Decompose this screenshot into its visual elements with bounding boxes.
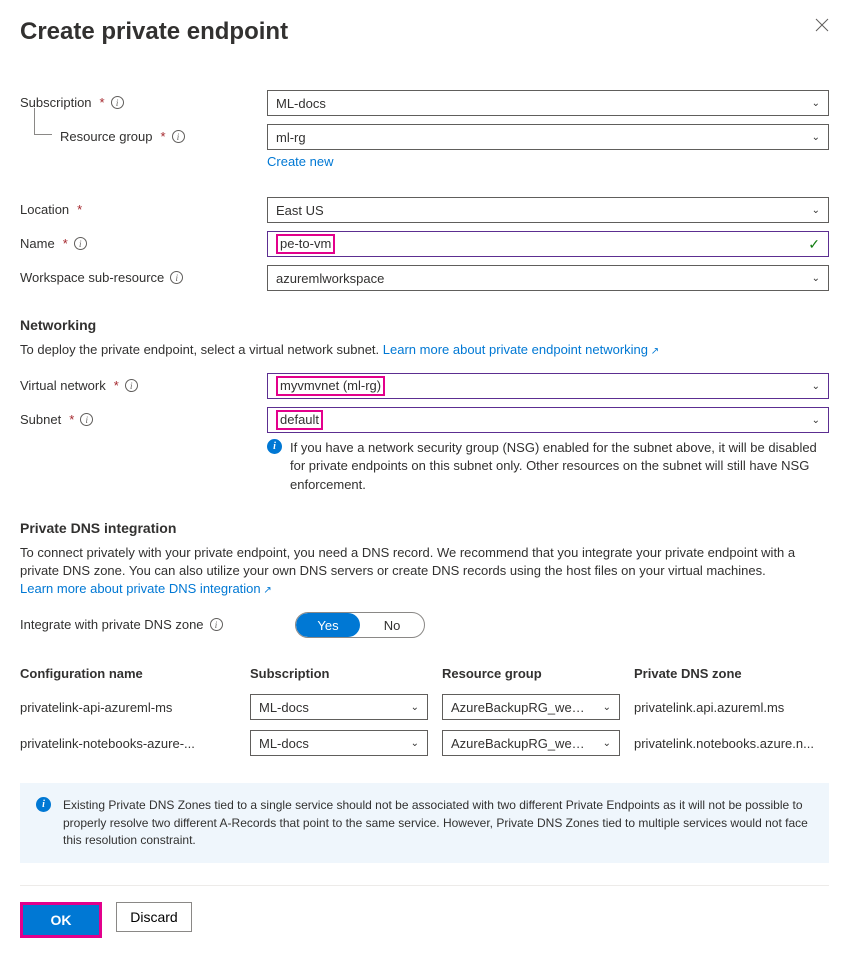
close-icon[interactable] xyxy=(815,18,829,35)
chevron-down-icon: ⌄ xyxy=(812,132,820,143)
info-icon[interactable]: i xyxy=(111,96,124,109)
name-value: pe-to-vm xyxy=(276,234,335,254)
info-icon[interactable]: i xyxy=(170,271,183,284)
row-subscription-select[interactable]: ML-docs ⌄ xyxy=(250,694,428,720)
toggle-yes[interactable]: Yes xyxy=(296,613,360,637)
integrate-label: Integrate with private DNS zone xyxy=(20,617,204,632)
integrate-toggle[interactable]: Yes No xyxy=(295,612,425,638)
row-subscription-value: ML-docs xyxy=(259,736,309,751)
row-rg-value: AzureBackupRG_westus_1 xyxy=(451,700,591,715)
table-header: Configuration name Subscription Resource… xyxy=(20,658,829,689)
resource-group-value: ml-rg xyxy=(276,130,306,145)
cell-zone: privatelink.notebooks.azure.n... xyxy=(634,736,829,751)
networking-learn-link[interactable]: Learn more about private endpoint networ… xyxy=(383,342,659,357)
chevron-down-icon: ⌄ xyxy=(812,381,820,392)
required-icon: * xyxy=(69,412,74,427)
row-rg-select[interactable]: AzureBackupRG_westus_1 ⌄ xyxy=(442,694,620,720)
create-new-link[interactable]: Create new xyxy=(267,154,829,169)
required-icon: * xyxy=(100,95,105,110)
row-rg-select[interactable]: AzureBackupRG_westus_1 ⌄ xyxy=(442,730,620,756)
subnet-label: Subnet xyxy=(20,412,61,427)
col-rg: Resource group xyxy=(442,666,634,681)
networking-heading: Networking xyxy=(20,317,829,333)
checkmark-icon: ✓ xyxy=(808,236,820,253)
required-icon: * xyxy=(114,378,119,393)
chevron-down-icon: ⌄ xyxy=(812,205,820,216)
required-icon: * xyxy=(77,202,82,217)
col-config: Configuration name xyxy=(20,666,250,681)
vnet-select[interactable]: myvmvnet (ml-rg) ⌄ xyxy=(267,373,829,399)
cell-zone: privatelink.api.azureml.ms xyxy=(634,700,829,715)
row-rg-value: AzureBackupRG_westus_1 xyxy=(451,736,591,751)
cell-config: privatelink-api-azureml-ms xyxy=(20,700,250,715)
name-label: Name xyxy=(20,236,55,251)
subscription-value: ML-docs xyxy=(276,96,326,111)
chevron-down-icon: ⌄ xyxy=(812,415,820,426)
info-icon[interactable]: i xyxy=(74,237,87,250)
row-subscription-select[interactable]: ML-docs ⌄ xyxy=(250,730,428,756)
info-icon: i xyxy=(36,797,51,812)
banner-text: Existing Private DNS Zones tied to a sin… xyxy=(63,797,813,849)
chevron-down-icon: ⌄ xyxy=(812,273,820,284)
required-icon: * xyxy=(63,236,68,251)
chevron-down-icon: ⌄ xyxy=(411,702,419,713)
location-select[interactable]: East US ⌄ xyxy=(267,197,829,223)
dns-learn-link[interactable]: Learn more about private DNS integration xyxy=(20,581,272,596)
row-subscription-value: ML-docs xyxy=(259,700,309,715)
discard-button[interactable]: Discard xyxy=(116,902,192,932)
resource-group-label: Resource group xyxy=(60,129,153,144)
subnet-value: default xyxy=(276,410,323,430)
info-icon: i xyxy=(267,439,282,454)
name-input[interactable]: pe-to-vm ✓ xyxy=(267,231,829,257)
location-value: East US xyxy=(276,203,324,218)
dns-warning-banner: i Existing Private DNS Zones tied to a s… xyxy=(20,783,829,863)
subnet-select[interactable]: default ⌄ xyxy=(267,407,829,433)
table-row: privatelink-notebooks-azure-... ML-docs … xyxy=(20,725,829,761)
toggle-no[interactable]: No xyxy=(360,613,424,637)
nsg-note: If you have a network security group (NS… xyxy=(290,439,829,494)
info-icon[interactable]: i xyxy=(125,379,138,392)
required-icon: * xyxy=(161,129,166,144)
table-row: privatelink-api-azureml-ms ML-docs ⌄ Azu… xyxy=(20,689,829,725)
dns-heading: Private DNS integration xyxy=(20,520,829,536)
col-subscription: Subscription xyxy=(250,666,442,681)
dns-config-table: Configuration name Subscription Resource… xyxy=(20,658,829,761)
col-zone: Private DNS zone xyxy=(634,666,829,681)
chevron-down-icon: ⌄ xyxy=(603,738,611,749)
chevron-down-icon: ⌄ xyxy=(411,738,419,749)
sub-resource-value: azuremlworkspace xyxy=(276,271,384,286)
vnet-label: Virtual network xyxy=(20,378,106,393)
info-icon[interactable]: i xyxy=(80,413,93,426)
dns-desc: To connect privately with your private e… xyxy=(20,545,795,578)
cell-config: privatelink-notebooks-azure-... xyxy=(20,736,250,751)
info-icon[interactable]: i xyxy=(172,130,185,143)
chevron-down-icon: ⌄ xyxy=(603,702,611,713)
ok-highlight: OK xyxy=(20,902,102,938)
vnet-value: myvmvnet (ml-rg) xyxy=(276,376,385,396)
location-label: Location xyxy=(20,202,69,217)
subscription-label: Subscription xyxy=(20,95,92,110)
page-title: Create private endpoint xyxy=(20,18,288,46)
subscription-select[interactable]: ML-docs ⌄ xyxy=(267,90,829,116)
chevron-down-icon: ⌄ xyxy=(812,98,820,109)
sub-resource-label: Workspace sub-resource xyxy=(20,270,164,285)
resource-group-select[interactable]: ml-rg ⌄ xyxy=(267,124,829,150)
networking-desc: To deploy the private endpoint, select a… xyxy=(20,342,383,357)
info-icon[interactable]: i xyxy=(210,618,223,631)
sub-resource-select[interactable]: azuremlworkspace ⌄ xyxy=(267,265,829,291)
